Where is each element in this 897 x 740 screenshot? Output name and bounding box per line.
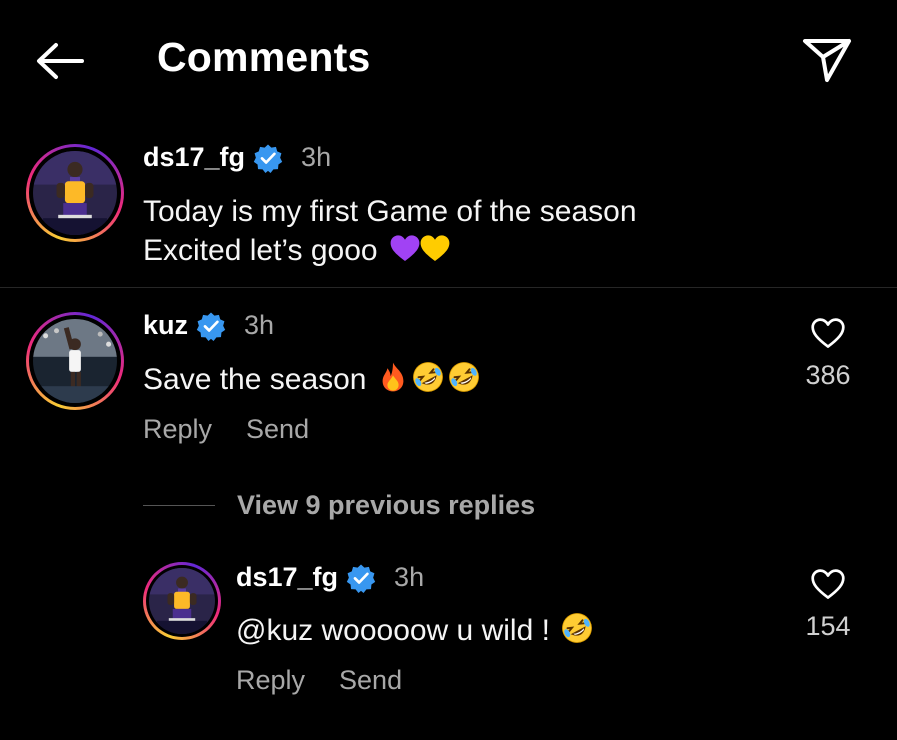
comment-actions: Reply Send [143,414,309,445]
send-button[interactable]: Send [246,414,309,445]
caption-line: Excited let’s gooo [143,234,378,267]
paper-plane-icon [803,39,851,82]
avatar[interactable] [143,562,221,640]
rolling-laughing-icon [411,360,445,394]
like-control: 154 [793,567,863,642]
username[interactable]: ds17_fg [236,562,338,593]
purple-heart-icon [388,233,422,265]
caption-meta: ds17_fg 3h [143,142,331,173]
page-title: Comments [157,34,371,80]
profile-photo [149,568,215,634]
arrow-left-icon [37,43,84,79]
like-count: 386 [805,360,851,390]
back-button[interactable] [34,40,86,82]
verified-badge-icon [253,143,283,173]
timestamp: 3h [244,310,275,340]
verified-badge-icon [196,311,226,341]
thread-line [143,505,215,506]
comment-body: Save the season [143,363,367,396]
caption-line-2: Excited let’s gooo [143,231,637,270]
reply-button[interactable]: Reply [143,414,212,445]
reply-actions: Reply Send [236,665,402,696]
verified-badge-icon [346,563,376,593]
caption-line: Today is my first Game of the season [143,195,637,228]
username[interactable]: kuz [143,310,188,341]
heart-icon[interactable] [809,567,847,603]
top-bar: Comments [0,0,897,120]
rolling-laughing-icon [447,360,481,394]
profile-photo [33,151,117,235]
avatar[interactable] [26,144,124,242]
divider [0,287,897,288]
avatar[interactable] [26,312,124,410]
view-replies-button[interactable]: View 9 previous replies [143,490,535,521]
view-replies-label: View 9 previous replies [237,490,536,520]
username[interactable]: ds17_fg [143,142,245,173]
reply-button[interactable]: Reply [236,665,305,696]
yellow-heart-icon [418,233,452,265]
share-button[interactable] [800,35,854,85]
send-button[interactable]: Send [339,665,402,696]
timestamp: 3h [301,142,332,172]
reply-text: @kuz wooooow u wild ! [236,611,594,650]
like-count: 154 [805,611,851,641]
heart-icon[interactable] [809,316,847,352]
like-control: 386 [793,316,863,391]
rolling-laughing-icon [560,611,594,645]
reply-meta: ds17_fg 3h [236,562,424,593]
caption-text: Today is my first Game of the season Exc… [143,192,637,270]
comment-text: Save the season [143,360,481,399]
profile-photo [33,319,117,403]
reply-body: @kuz wooooow u wild ! [236,614,550,647]
fire-icon [377,360,409,394]
timestamp: 3h [394,562,425,592]
comment-meta: kuz 3h [143,310,274,341]
